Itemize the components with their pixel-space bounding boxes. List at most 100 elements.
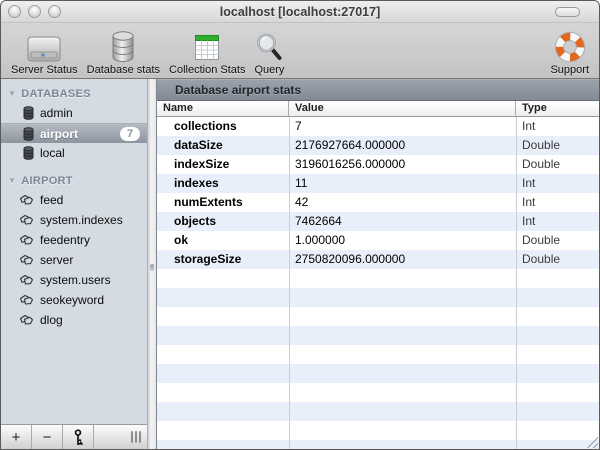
- column-header-value[interactable]: Value: [289, 101, 516, 116]
- table-row-ok[interactable]: ok 1.000000 Double: [157, 231, 599, 250]
- table-row-datasize[interactable]: dataSize 2176927664.000000 Double: [157, 136, 599, 155]
- sidebar-item-label: airport: [40, 126, 79, 141]
- toolbar-toggle-button[interactable]: [555, 7, 580, 17]
- cell-type: Int: [522, 195, 536, 209]
- cell-name: dataSize: [174, 138, 223, 152]
- cell-value: 42: [295, 195, 309, 209]
- toolbar-button-label: Support: [550, 64, 589, 76]
- database-icon: [110, 29, 136, 63]
- splitter-dimple-icon: [150, 264, 154, 271]
- cell-type: Double: [522, 252, 561, 266]
- table-row-objects[interactable]: objects 7462664 Int: [157, 212, 599, 231]
- cell-type: Double: [522, 157, 561, 171]
- collection-icon: [19, 214, 34, 226]
- sidebar-group-header[interactable]: ▼ AIRPORT: [1, 172, 147, 190]
- sidebar-splitter[interactable]: [147, 79, 157, 449]
- cell-value: 7: [295, 119, 302, 133]
- key-icon: [72, 428, 84, 446]
- sidebar-item-feed[interactable]: feed: [1, 190, 147, 210]
- disclosure-triangle-icon[interactable]: ▼: [8, 85, 16, 103]
- drag-handle-icon[interactable]: [131, 425, 141, 449]
- auth-button[interactable]: [63, 425, 94, 449]
- database-small-icon: [23, 106, 34, 120]
- table-row-numextents[interactable]: numExtents 42 Int: [157, 193, 599, 212]
- add-button[interactable]: +: [1, 425, 32, 449]
- collection-icon: [19, 294, 34, 306]
- cell-type: Int: [522, 119, 536, 133]
- column-header-type[interactable]: Type: [516, 101, 599, 116]
- cell-value: 2750820096.000000: [295, 252, 406, 266]
- sidebar-group-label: DATABASES: [21, 88, 91, 100]
- table-row-storagesize[interactable]: storageSize 2750820096.000000 Double: [157, 250, 599, 269]
- sidebar-item-feedentry[interactable]: feedentry: [1, 230, 147, 250]
- toolbar-button-label: Server Status: [11, 64, 78, 76]
- disclosure-triangle-icon[interactable]: ▼: [8, 172, 16, 190]
- cell-value: 2176927664.000000: [295, 138, 406, 152]
- collection-icon: [19, 254, 34, 266]
- sidebar-item-airport[interactable]: airport 7: [1, 123, 147, 143]
- toolbar-button-query[interactable]: Query: [254, 29, 284, 76]
- table-column-header: Name Value Type: [157, 101, 599, 117]
- sidebar-item-seokeyword[interactable]: seokeyword: [1, 290, 147, 310]
- cell-type: Int: [522, 176, 536, 190]
- sidebar-group-label: AIRPORT: [21, 175, 73, 187]
- sidebar-group-header[interactable]: ▼ DATABASES: [1, 85, 147, 103]
- column-header-name[interactable]: Name: [157, 101, 289, 116]
- item-count-badge: 7: [120, 126, 140, 141]
- database-small-icon: [23, 126, 34, 141]
- sidebar-item-system-indexes[interactable]: system.indexes: [1, 210, 147, 230]
- toolbar-button-collection-stats[interactable]: Collection Stats: [169, 29, 245, 76]
- toolbar-button-server-status[interactable]: Server Status: [11, 29, 78, 76]
- toolbar-button-label: Query: [254, 64, 285, 76]
- cell-name: storageSize: [174, 252, 242, 266]
- sidebar-group-airport: ▼ AIRPORT feed system.indexes feedentry s…: [1, 172, 147, 330]
- cell-type: Double: [522, 138, 561, 152]
- table-row-collections[interactable]: collections 7 Int: [157, 117, 599, 136]
- window-title: localhost [localhost:27017]: [219, 5, 381, 19]
- sidebar-list: ▼ DATABASES admin airport 7 local ▼ AIRPORT …: [1, 79, 147, 424]
- collection-icon: [19, 314, 34, 326]
- sidebar: ▼ DATABASES admin airport 7 local ▼ AIRPORT …: [1, 79, 147, 449]
- collection-icon: [19, 234, 34, 246]
- sidebar-item-label: feed: [40, 193, 64, 207]
- cell-name: objects: [174, 214, 217, 228]
- sidebar-item-label: system.indexes: [40, 213, 123, 227]
- sidebar-item-label: server: [40, 253, 74, 267]
- sidebar-group-databases: ▼ DATABASES admin airport 7 local: [1, 85, 147, 163]
- cell-name: ok: [174, 233, 189, 247]
- sidebar-item-local[interactable]: local: [1, 143, 147, 163]
- sidebar-item-dlog[interactable]: dlog: [1, 310, 147, 330]
- cell-value: 1.000000: [295, 233, 346, 247]
- cell-type: Double: [522, 233, 561, 247]
- table-row-indexsize[interactable]: indexSize 3196016256.000000 Double: [157, 155, 599, 174]
- cell-value: 3196016256.000000: [295, 157, 406, 171]
- table-row-indexes[interactable]: indexes 11 Int: [157, 174, 599, 193]
- minus-icon: −: [42, 428, 52, 446]
- toolbar-button-database-stats[interactable]: Database stats: [87, 29, 160, 76]
- sidebar-footer: + −: [1, 424, 147, 449]
- sidebar-item-server[interactable]: server: [1, 250, 147, 270]
- sidebar-item-system-users[interactable]: system.users: [1, 270, 147, 290]
- server-icon: [25, 29, 63, 63]
- main-panel: Database airport stats Name Value Type col…: [157, 79, 599, 449]
- collection-icon: [19, 194, 34, 206]
- database-small-icon: [23, 146, 34, 160]
- cell-name: indexSize: [174, 157, 230, 171]
- sidebar-item-label: local: [40, 146, 65, 160]
- remove-button[interactable]: −: [32, 425, 63, 449]
- toolbar-button-support[interactable]: Support: [550, 29, 589, 76]
- panel-title: Database airport stats: [157, 79, 599, 101]
- cell-value: 11: [295, 176, 308, 190]
- sidebar-item-label: dlog: [40, 313, 63, 327]
- sidebar-item-label: system.users: [40, 273, 111, 287]
- sidebar-item-admin[interactable]: admin: [1, 103, 147, 123]
- cell-type: Int: [522, 214, 536, 228]
- sidebar-item-label: admin: [40, 106, 73, 120]
- sidebar-item-label: seokeyword: [40, 293, 105, 307]
- toolbar-button-label: Database stats: [86, 64, 161, 76]
- toolbar-button-label: Collection Stats: [169, 64, 246, 76]
- toolbar: Server Status Database stats Collection …: [1, 23, 599, 79]
- cell-name: indexes: [174, 176, 219, 190]
- cell-name: collections: [174, 119, 237, 133]
- title-bar: localhost [localhost:27017]: [1, 1, 599, 23]
